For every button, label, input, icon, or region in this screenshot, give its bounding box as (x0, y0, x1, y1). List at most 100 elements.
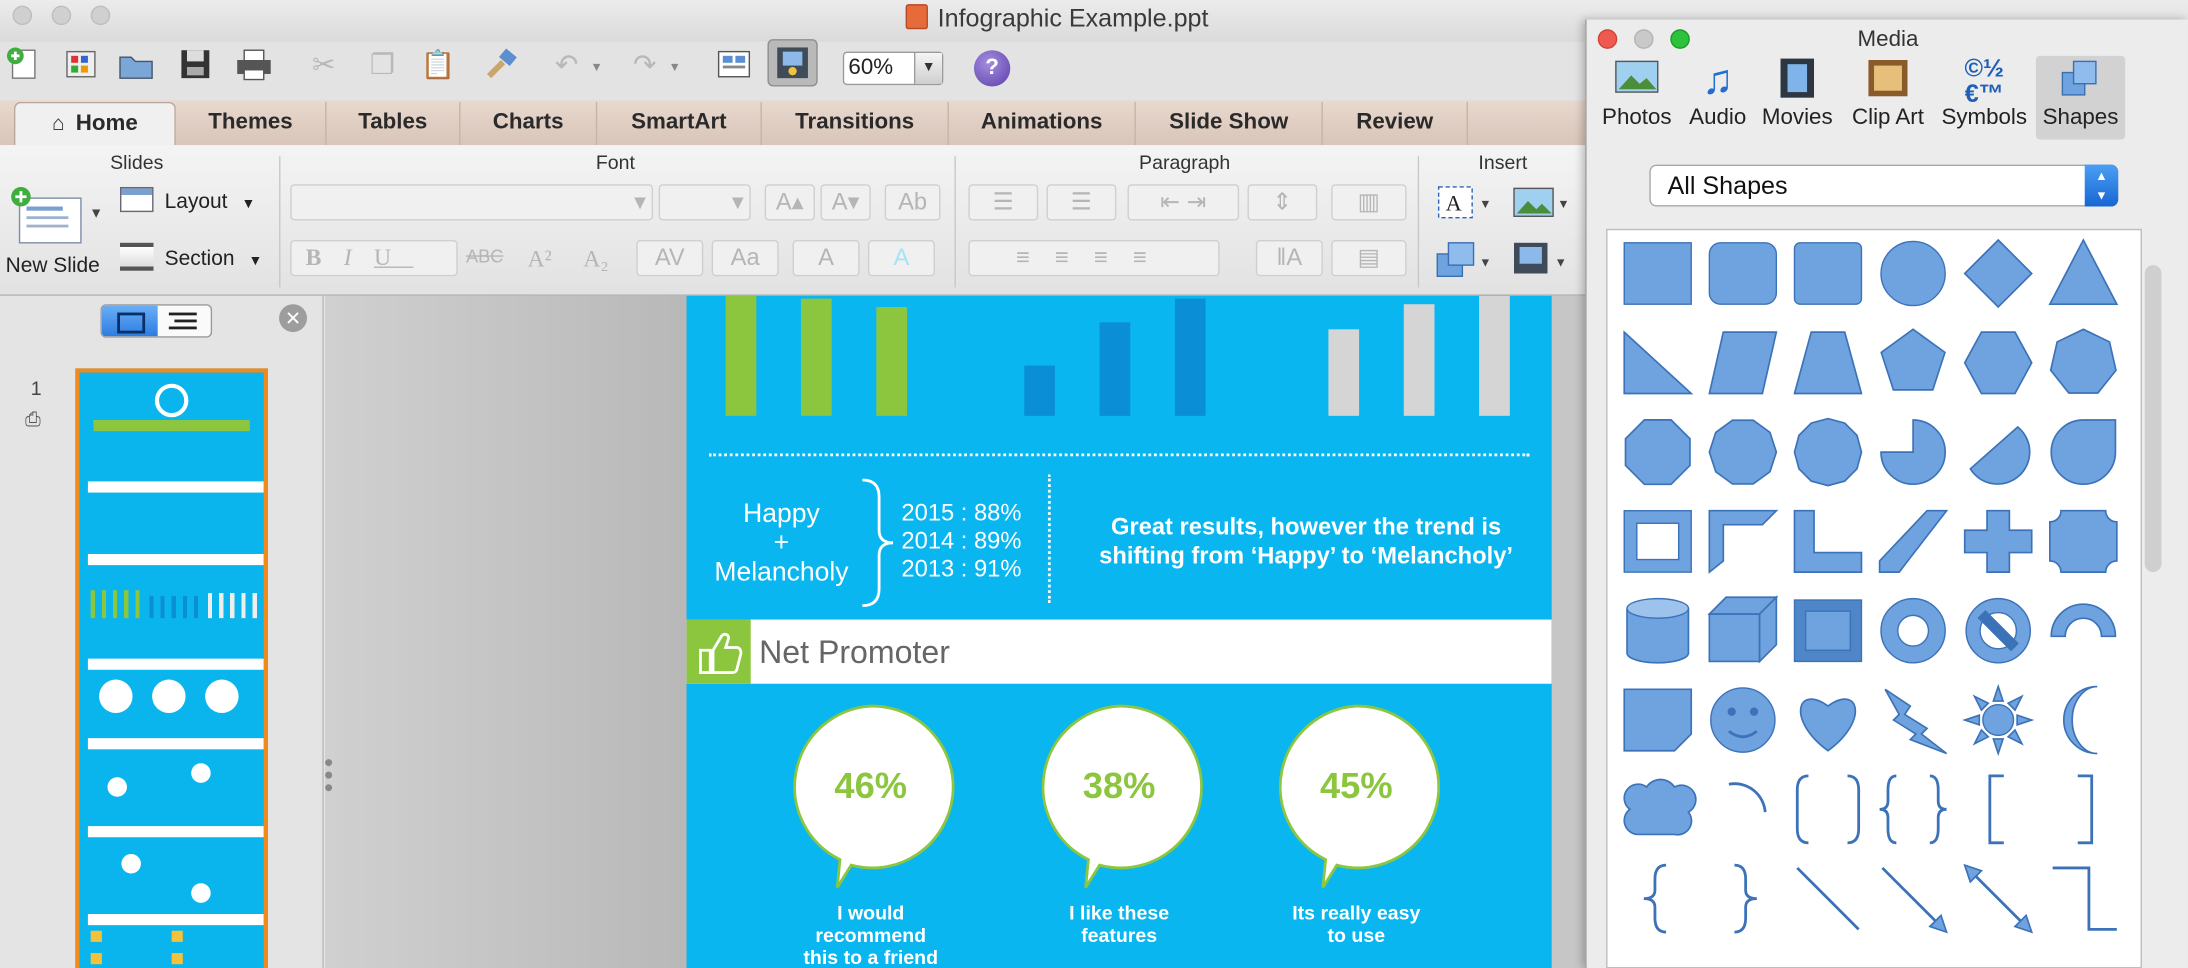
underline-icon[interactable]: U (374, 244, 413, 271)
cut-icon[interactable]: ✂ (304, 45, 343, 84)
shape-parallelogram-icon[interactable] (1708, 331, 1778, 395)
slides-view-icon[interactable] (101, 305, 158, 337)
italic-icon[interactable]: I (344, 244, 374, 271)
print-icon[interactable] (234, 45, 273, 84)
save-icon[interactable] (176, 45, 215, 84)
shape-heart-icon[interactable] (1799, 698, 1857, 752)
shape-frame-icon[interactable] (1623, 510, 1692, 573)
tab-charts[interactable]: Charts (460, 101, 598, 146)
tab-home[interactable]: ⌂ Home (13, 101, 176, 146)
open-folder-icon[interactable] (117, 45, 156, 84)
layout-button[interactable]: Layout ▼ (120, 186, 255, 213)
text-box-icon[interactable]: A ▼ (1434, 181, 1495, 228)
shape-can-icon[interactable] (1626, 597, 1690, 664)
tab-themes[interactable]: Themes (176, 101, 327, 146)
shape-lightning-bolt-icon[interactable] (1884, 688, 1948, 755)
media-tab-clip-art[interactable]: Clip Art (1843, 56, 1932, 140)
shape-right-brace-icon[interactable] (1734, 863, 1757, 934)
slide[interactable]: Happy + Melancholy 2015 : 88% 2014 : 89%… (686, 295, 1552, 968)
tab-animations[interactable]: Animations (949, 101, 1136, 146)
shape-heptagon-icon[interactable] (2049, 328, 2117, 394)
shape-sun-icon[interactable] (1962, 683, 2035, 757)
tab-transitions[interactable]: Transitions (762, 101, 949, 146)
section-button[interactable]: Section ▼ (120, 242, 262, 271)
shape-pie-icon[interactable] (1880, 419, 1947, 486)
shape-dodecagon-icon[interactable] (1793, 417, 1863, 487)
media-insert-icon[interactable]: ▼ (1510, 237, 1571, 287)
media-zoom-button[interactable] (1670, 29, 1690, 49)
media-close-button[interactable] (1597, 29, 1618, 49)
shape-double-arrow-icon[interactable] (1963, 863, 2034, 934)
tab-slide-show[interactable]: Slide Show (1136, 101, 1323, 146)
media-browser-icon[interactable] (767, 39, 818, 87)
shape-cube-icon[interactable] (1707, 595, 1779, 664)
bullets-icon[interactable]: ☰ (968, 184, 1039, 221)
shape-insert-icon[interactable]: ▼ (1434, 237, 1495, 287)
new-slide-label[interactable]: New Slide (6, 254, 100, 278)
shape-decagon-icon[interactable] (1708, 419, 1778, 485)
shape-pentagon-icon[interactable] (1880, 328, 1946, 391)
character-spacing-icon[interactable]: AV (636, 240, 704, 277)
shape-half-frame-icon[interactable] (1708, 509, 1779, 574)
numbering-icon[interactable]: ☰ (1046, 184, 1117, 221)
copy-icon[interactable]: ❐ (363, 45, 402, 84)
shape-trapezoid-icon[interactable] (1793, 331, 1863, 395)
undo-icon[interactable]: ↶ ▼ (547, 45, 603, 84)
shape-right-bracket-icon[interactable] (2077, 774, 2094, 845)
font-size-select[interactable]: ▾ (658, 184, 751, 221)
help-icon[interactable]: ? (973, 50, 1011, 87)
media-minimize-button[interactable] (1634, 29, 1654, 49)
shape-moon-icon[interactable] (2062, 685, 2098, 755)
shape-smiley-face-icon[interactable] (1710, 687, 1776, 753)
media-tab-movies[interactable]: Movies (1757, 56, 1838, 140)
media-tab-shapes[interactable]: Shapes (2035, 55, 2126, 140)
shape-double-bracket-icon[interactable] (1795, 774, 1861, 845)
shrink-font-icon[interactable]: A▾ (820, 184, 871, 221)
shapes-scrollbar[interactable] (2144, 265, 2162, 573)
subscript-icon[interactable]: A₂ (583, 246, 608, 274)
alignment-group[interactable]: ≡≡≡≡ (968, 240, 1220, 277)
bold-icon[interactable]: B (306, 244, 344, 271)
shape-block-arc-icon[interactable] (2050, 603, 2117, 638)
strikethrough-icon[interactable]: ABC (466, 246, 503, 267)
redo-icon[interactable]: ↷ ▼ (625, 45, 681, 84)
shape-left-brace-icon[interactable] (1643, 863, 1667, 934)
clear-formatting-icon[interactable]: Ab (884, 184, 941, 221)
zoom-select[interactable]: 60% ▼ (842, 51, 944, 86)
media-tab-symbols[interactable]: ©½ €™ Symbols (1935, 56, 2033, 140)
shape-left-bracket-icon[interactable] (1988, 774, 2004, 845)
shape-arrow-icon[interactable] (1881, 866, 1948, 934)
tab-tables[interactable]: Tables (327, 101, 461, 146)
shape-folded-corner-icon[interactable] (1623, 688, 1693, 752)
shape-double-brace-icon[interactable] (1879, 774, 1947, 845)
shape-teardrop-icon[interactable] (2050, 419, 2117, 486)
slide-thumbnail-1[interactable] (75, 368, 268, 968)
shape-rounded-rectangle-icon[interactable] (1708, 242, 1778, 305)
shape-hexagon-icon[interactable] (1963, 331, 2033, 395)
text-direction-icon[interactable]: ‖A (1255, 240, 1323, 277)
font-name-select[interactable]: ▾ (290, 184, 654, 221)
indent-icon[interactable]: ⇤ ⇥ (1127, 184, 1240, 221)
superscript-icon[interactable]: A² (527, 246, 551, 274)
shape-plaque-icon[interactable] (2049, 509, 2118, 573)
panel-splitter[interactable] (325, 754, 333, 810)
tab-review[interactable]: Review (1323, 101, 1468, 146)
shape-right-triangle-icon[interactable] (1623, 330, 1694, 395)
shape-chord-icon[interactable] (1969, 425, 2031, 485)
bold-italic-underline-group[interactable]: BIU (290, 240, 458, 277)
picture-icon[interactable]: ▼ (1510, 181, 1571, 228)
media-tab-photos[interactable]: Photos (1595, 56, 1679, 140)
outline-view-icon[interactable] (168, 312, 197, 330)
line-spacing-icon[interactable]: ⇕ (1247, 184, 1318, 221)
shape-donut-icon[interactable] (1880, 597, 1946, 664)
shape-rectangle-icon[interactable] (1623, 242, 1692, 305)
media-tab-audio[interactable]: ♫ Audio (1679, 56, 1757, 140)
close-panel-icon[interactable]: ✕ (279, 304, 307, 333)
align-text-icon[interactable]: ▤ (1331, 240, 1407, 277)
slide-sorter-icon[interactable] (714, 45, 753, 84)
tab-smartart[interactable]: SmartArt (597, 101, 762, 146)
format-painter-icon[interactable] (480, 45, 519, 84)
new-file-icon[interactable] (3, 45, 42, 84)
shape-elbow-connector-icon[interactable] (2052, 866, 2117, 931)
zoom-dropdown-icon[interactable]: ▼ (913, 53, 942, 84)
